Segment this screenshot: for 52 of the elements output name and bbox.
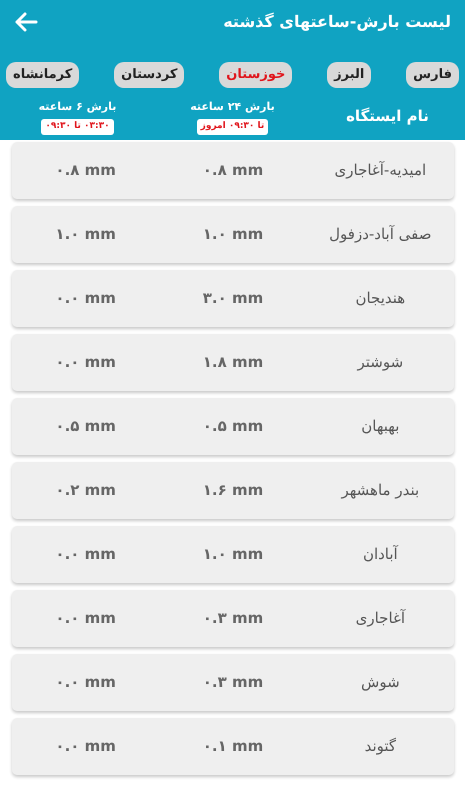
rainfall-value: ۰.۳ mm	[202, 608, 264, 629]
rainfall-value: ۰.۰ mm	[54, 608, 117, 629]
province-tab[interactable]: خوزستان	[219, 62, 292, 88]
rainfall-value: ۳.۰ mm	[202, 288, 264, 309]
province-tab[interactable]: البرز	[327, 62, 372, 88]
rainfall-value: ۰.۲ mm	[54, 480, 117, 501]
rainfall-value: ۱.۰ mm	[54, 224, 117, 245]
rainfall-value: ۱.۶ mm	[202, 480, 264, 501]
station-name: امیدیه-آغاجاری	[334, 160, 428, 181]
rainfall-value: ۰.۰ mm	[54, 352, 117, 373]
rainfall-value: ۰.۰ mm	[54, 672, 117, 693]
time-range-badge: ۰۳:۳۰ تا ۰۹:۳۰	[41, 119, 114, 134]
station-row-card[interactable]: آغاجاری ۰.۳ mm ۰.۰ mm	[12, 590, 454, 646]
station-row-card[interactable]: هندیجان ۳.۰ mm ۰.۰ mm	[12, 270, 454, 326]
station-row-card[interactable]: شوش ۰.۳ mm ۰.۰ mm	[12, 654, 454, 710]
province-tab[interactable]: کرمانشاه	[6, 62, 80, 88]
station-name: گتوند	[364, 736, 398, 757]
rainfall-value: ۰.۰ mm	[54, 736, 117, 757]
province-tab[interactable]: کردستان	[114, 62, 184, 88]
back-arrow-icon[interactable]	[14, 12, 38, 32]
rainfall-value: ۰.۰ mm	[54, 544, 117, 565]
station-name: بندر ماهشهر	[340, 480, 420, 501]
station-name: بهبهان	[360, 416, 400, 437]
station-name: شوش	[360, 672, 401, 693]
time-range-badge: تا ۰۹:۳۰ امروز	[196, 119, 268, 134]
station-name: شوشتر	[356, 352, 404, 373]
station-name: هندیجان	[354, 288, 406, 309]
screen-title: لیست بارش-ساعتهای گذشته	[223, 11, 451, 33]
station-row-card[interactable]: بندر ماهشهر ۱.۶ mm ۰.۲ mm	[12, 462, 454, 518]
rainfall-value: ۱.۰ mm	[202, 544, 264, 565]
rainfall-value: ۰.۰ mm	[54, 288, 117, 309]
station-row-card[interactable]: شوشتر ۱.۸ mm ۰.۰ mm	[12, 334, 454, 390]
station-name: آبادان	[362, 544, 400, 565]
column-title: نام ایستگاه	[346, 106, 429, 128]
station-row-card[interactable]: امیدیه-آغاجاری ۰.۸ mm ۰.۸ mm	[12, 142, 454, 198]
rainfall-value: ۰.۸ mm	[202, 160, 264, 181]
station-row-card[interactable]: بهبهان ۰.۵ mm ۰.۵ mm	[12, 398, 454, 454]
rainfall-value: ۰.۱ mm	[202, 736, 264, 757]
rainfall-value: ۱.۸ mm	[202, 352, 264, 373]
rainfall-value: ۱.۰ mm	[202, 224, 264, 245]
rainfall-value: ۰.۳ mm	[202, 672, 264, 693]
rainfall-value: ۰.۵ mm	[202, 416, 264, 437]
column-title: بارش ۶ ساعته	[38, 98, 116, 115]
station-row-card[interactable]: گتوند ۰.۱ mm ۰.۰ mm	[12, 718, 454, 774]
station-name: آغاجاری	[354, 608, 407, 629]
rainfall-value: ۰.۵ mm	[54, 416, 117, 437]
province-tab[interactable]: فارس	[406, 62, 459, 88]
station-row-card[interactable]: صفی آباد-دزفول ۱.۰ mm ۱.۰ mm	[12, 206, 454, 262]
station-name: صفی آباد-دزفول	[328, 224, 432, 245]
column-title: بارش ۲۴ ساعته	[190, 98, 275, 115]
station-row-card[interactable]: آبادان ۱.۰ mm ۰.۰ mm	[12, 526, 454, 582]
rainfall-value: ۰.۸ mm	[54, 160, 117, 181]
